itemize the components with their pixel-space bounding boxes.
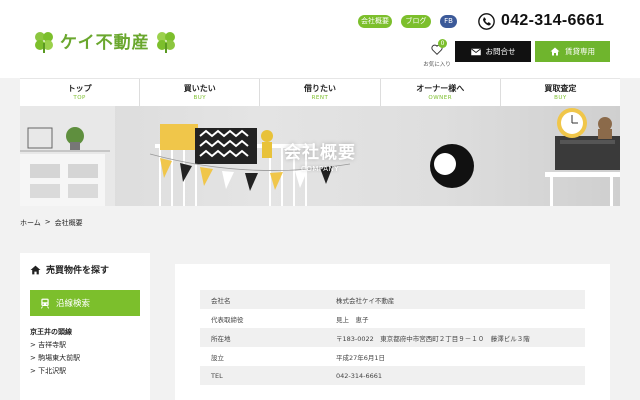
company-info-panel: 会社名 株式会社ケイ不動産 代表取締役 見上 恵子 所在地 〒183-0022 … — [175, 264, 610, 400]
page-title: 会社概要 — [284, 143, 356, 163]
row-value: 株式会社ケイ不動産 — [336, 296, 395, 305]
company-link[interactable]: 会社概要 — [358, 15, 392, 28]
row-key: 所在地 — [211, 334, 231, 343]
nav-label: 買いたい — [183, 84, 216, 93]
sidebar: 売買物件を探す 沿線検索 京王井の頭線 > 吉祥寺駅 > 駒場東大前駅 > 下北… — [20, 253, 150, 400]
train-icon — [40, 298, 50, 309]
breadcrumb-separator: > — [44, 218, 51, 226]
row-key: 会社名 — [211, 296, 231, 305]
clover-icon — [35, 31, 53, 53]
rent-button[interactable]: 賃貸専用 — [535, 41, 610, 62]
nav-label: 借りたい — [304, 84, 336, 93]
contact-button[interactable]: お問合せ — [455, 41, 531, 62]
row-value: 042-314-6661 — [336, 371, 383, 380]
nav-sublabel: BUY — [193, 95, 207, 101]
breadcrumb: ホーム > 会社概要 — [20, 218, 83, 228]
home-icon — [550, 47, 560, 56]
table-row: 会社名 株式会社ケイ不動産 — [200, 290, 585, 309]
nav-item-rent[interactable]: 借りたい RENT — [260, 79, 381, 106]
station-link[interactable]: > 吉祥寺駅 — [30, 340, 140, 350]
station-link[interactable]: > 下北沢駅 — [30, 366, 140, 376]
rent-label: 賃貸専用 — [565, 47, 595, 56]
favorites-count: 0 — [438, 39, 447, 48]
table-row: TEL 042-314-6661 — [200, 366, 585, 385]
breadcrumb-home[interactable]: ホーム — [20, 218, 41, 228]
table-row: 設立 平成27年6月1日 — [200, 347, 585, 366]
nav-label: トップ — [67, 84, 92, 93]
facebook-link[interactable]: FB — [440, 15, 457, 28]
nav-item-buy[interactable]: 買いたい BUY — [140, 79, 261, 106]
nav-item-owner[interactable]: オーナー様へ OWNER — [381, 79, 501, 106]
nav-sublabel: TOP — [73, 95, 86, 101]
table-row: 所在地 〒183-0022 東京都府中市宮西町２丁目９－１０ 藤澤ビル３階 — [200, 328, 585, 347]
line-search-label: 沿線検索 — [56, 299, 91, 309]
company-info-table: 会社名 株式会社ケイ不動産 代表取締役 見上 恵子 所在地 〒183-0022 … — [200, 290, 585, 385]
logo-text: ケイ不動産 — [60, 33, 150, 53]
favorites-label: お気に入り — [423, 62, 451, 68]
row-key: 設立 — [211, 353, 224, 362]
row-value: 平成27年6月1日 — [336, 353, 386, 362]
row-value: 見上 恵子 — [336, 315, 369, 324]
mail-icon — [470, 48, 481, 55]
nav-sublabel: BUY — [554, 95, 567, 101]
site-logo[interactable]: ケイ不動産 — [32, 28, 178, 53]
line-search-button[interactable]: 沿線検索 — [30, 290, 140, 316]
nav-sublabel: OWNER — [428, 95, 453, 101]
main-nav: トップ TOP 買いたい BUY 借りたい RENT オーナー様へ OWNER … — [20, 78, 620, 106]
row-value: 〒183-0022 東京都府中市宮西町２丁目９－１０ 藤澤ビル３階 — [336, 334, 530, 343]
site-header: ケイ不動産 会社概要 ブログ FB 042-314-6661 0 お気に入り お… — [0, 0, 640, 78]
row-key: TEL — [211, 371, 223, 380]
contact-label: お問合せ — [485, 47, 516, 56]
phone-text: 042-314-6661 — [501, 12, 605, 29]
table-row: 代表取締役 見上 恵子 — [200, 309, 585, 328]
nav-item-top[interactable]: トップ TOP — [20, 79, 141, 106]
blog-link[interactable]: ブログ — [401, 15, 431, 28]
station-link[interactable]: > 駒場東大前駅 — [30, 353, 140, 363]
favorites-button[interactable]: 0 お気に入り — [422, 39, 452, 68]
phone-number[interactable]: 042-314-6661 — [478, 12, 604, 30]
sidebar-title: 売買物件を探す — [30, 263, 140, 276]
row-key: 代表取締役 — [211, 315, 244, 324]
nav-item-appraisal[interactable]: 買取査定 BUY — [501, 79, 620, 106]
nav-label: オーナー様へ — [416, 84, 465, 93]
page-subtitle: COMPANY — [300, 165, 339, 173]
sidebar-title-text: 売買物件を探す — [46, 266, 110, 276]
clover-icon — [156, 31, 175, 53]
line-name: 京王井の頭線 — [30, 328, 72, 336]
hero-banner: 会社概要 COMPANY — [20, 106, 620, 206]
phone-icon — [478, 12, 495, 30]
breadcrumb-current: 会社概要 — [54, 219, 83, 227]
nav-label: 買取査定 — [544, 84, 577, 93]
nav-sublabel: RENT — [311, 95, 329, 101]
home-icon — [30, 265, 41, 274]
